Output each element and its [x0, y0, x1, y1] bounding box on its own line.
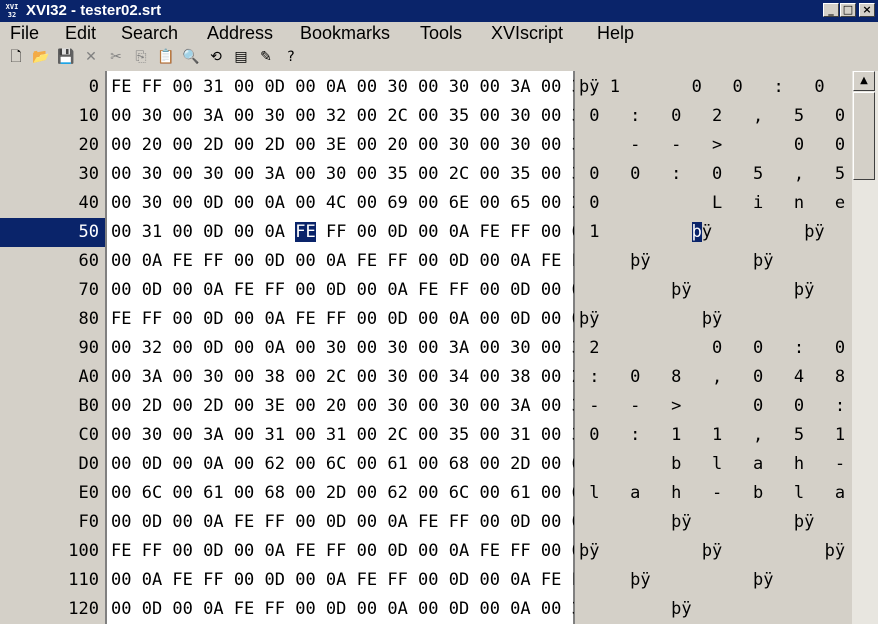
offset-label: 10: [78, 106, 99, 126]
hex-editor: 0 10 20 30 40 50 60 70 80 90 A0 B0 C0 D0 E0 F0 100 110 120…: [0, 71, 878, 624]
text-row[interactable]: 0 : 1 1 , 5 1 8: [575, 421, 878, 450]
menu-edit[interactable]: Edit: [65, 23, 96, 43]
hex-column[interactable]: FE FF 00 31 00 0D 00 0A 00 30 00 30 00 3…: [106, 71, 592, 624]
hex-row[interactable]: 00 3A 00 30 00 38 00 2C 00 30 00 34 00 3…: [107, 363, 592, 392]
vertical-scrollbar[interactable]: ▲: [852, 71, 878, 624]
offset-label: 20: [78, 135, 99, 155]
offset-label: 110: [68, 570, 99, 590]
hex-row[interactable]: 00 32 00 0D 00 0A 00 30 00 30 00 3A 00 3…: [107, 334, 592, 363]
text-row[interactable]: 0 : 0 2 , 5 0 0: [575, 102, 878, 131]
hex-row[interactable]: 00 0D 00 0A 00 62 00 6C 00 61 00 68 00 2…: [107, 450, 592, 479]
copy-icon[interactable]: ⎘: [131, 48, 151, 66]
offset-label: A0: [78, 367, 99, 387]
text-row[interactable]: 1 þÿ þÿ: [575, 218, 852, 247]
offset-label: 50: [0, 218, 105, 247]
save-icon[interactable]: 💾: [56, 48, 76, 66]
menu-xviscript[interactable]: XVIscript: [491, 23, 563, 43]
offset-label: D0: [78, 454, 99, 474]
text-row[interactable]: l a h - b l a h: [575, 479, 878, 508]
hex-row[interactable]: 00 2D 00 2D 00 3E 00 20 00 30 00 30 00 3…: [107, 392, 592, 421]
hex-row[interactable]: 00 6C 00 61 00 68 00 2D 00 62 00 6C 00 6…: [107, 479, 592, 508]
menu-tools[interactable]: Tools: [420, 23, 462, 43]
open-icon[interactable]: 📂: [31, 48, 51, 66]
menu-file[interactable]: File: [10, 23, 39, 43]
offset-label: B0: [78, 396, 99, 416]
offset-label: 40: [78, 193, 99, 213]
script-icon[interactable]: ✎: [256, 48, 276, 66]
text-segment: ÿ þÿ: [701, 222, 825, 242]
text-row[interactable]: 0 0 : 0 5 , 5 0: [575, 160, 878, 189]
scroll-up-icon[interactable]: ▲: [853, 71, 875, 91]
text-row[interactable]: þÿ 3: [575, 595, 878, 624]
offset-label: C0: [78, 425, 99, 445]
hex-row[interactable]: 00 20 00 2D 00 2D 00 3E 00 20 00 30 00 3…: [107, 131, 592, 160]
offset-label: 30: [78, 164, 99, 184]
hex-row[interactable]: 00 30 00 3A 00 31 00 31 00 2C 00 35 00 3…: [107, 421, 592, 450]
hex-row[interactable]: FE FF 00 0D 00 0A FE FF 00 0D 00 0A 00 0…: [107, 305, 592, 334]
menu-address[interactable]: Address: [207, 23, 273, 43]
paste-icon[interactable]: 📋: [156, 48, 176, 66]
toolbar: 🗋 📂 💾 ✕ ✂ ⎘ 📋 🔍 ⟲ ▤ ✎ ?: [0, 44, 878, 70]
text-row[interactable]: 0 L i n e: [575, 189, 852, 218]
text-row[interactable]: þÿ þÿ: [575, 276, 852, 305]
scroll-thumb[interactable]: [853, 92, 875, 180]
text-row[interactable]: þÿ þÿ þÿ: [575, 566, 878, 595]
text-row[interactable]: : 0 8 , 0 4 8: [575, 363, 852, 392]
replace-icon[interactable]: ⟲: [206, 48, 226, 66]
offset-label: 80: [78, 309, 99, 329]
hex-row[interactable]: FE FF 00 31 00 0D 00 0A 00 30 00 30 00 3…: [107, 73, 592, 102]
app-icon: XVI 32: [5, 3, 19, 19]
hex-row[interactable]: 00 0D 00 0A FE FF 00 0D 00 0A FE FF 00 0…: [107, 508, 592, 537]
text-row[interactable]: þÿ þÿ: [575, 305, 852, 334]
text-row[interactable]: þÿ þÿ: [575, 508, 852, 537]
hex-row[interactable]: FE FF 00 0D 00 0A FE FF 00 0D 00 0A FE F…: [107, 537, 592, 566]
help-icon[interactable]: ?: [281, 48, 301, 66]
text-row[interactable]: þÿ 1 0 0 : 0: [575, 73, 852, 102]
menu-bookmarks[interactable]: Bookmarks: [300, 23, 390, 43]
text-row[interactable]: þÿ þÿ þÿ: [575, 537, 852, 566]
title-bar: XVI 32 XVI32 - tester02.srt _ □ ×: [0, 0, 878, 22]
hex-row[interactable]: 00 30 00 0D 00 0A 00 4C 00 69 00 6E 00 6…: [107, 189, 592, 218]
delete-icon[interactable]: ✕: [81, 48, 101, 66]
hex-row[interactable]: 00 0D 00 0A FE FF 00 0D 00 0A 00 0D 00 0…: [107, 595, 592, 624]
hex-segment: 00 31 00 0D 00 0A: [111, 222, 296, 242]
window-title: XVI32 - tester02.srt: [26, 2, 162, 19]
hex-row[interactable]: 00 0A FE FF 00 0D 00 0A FE FF 00 0D 00 0…: [107, 566, 592, 595]
menu-search[interactable]: Search: [121, 23, 178, 43]
text-row[interactable]: þÿ þÿ þÿ: [575, 247, 878, 276]
properties-icon[interactable]: ▤: [231, 48, 251, 66]
text-row[interactable]: b l a h - b: [575, 450, 878, 479]
offset-label: 60: [78, 251, 99, 271]
hex-row[interactable]: 00 31 00 0D 00 0A FE FF 00 0D 00 0A FE F…: [107, 218, 592, 247]
close-button[interactable]: ×: [859, 3, 875, 17]
menu-help[interactable]: Help: [597, 23, 634, 43]
find-icon[interactable]: 🔍: [181, 48, 201, 66]
text-row[interactable]: - - > 0 0 :: [575, 131, 878, 160]
offset-label: 120: [68, 599, 99, 619]
offset-label: 0: [88, 77, 99, 97]
offset-label: 90: [78, 338, 99, 358]
offset-label: F0: [78, 512, 99, 532]
cut-icon[interactable]: ✂: [106, 48, 126, 66]
hex-row[interactable]: 00 30 00 3A 00 30 00 32 00 2C 00 35 00 3…: [107, 102, 592, 131]
menu-bar: File Edit Search Address Bookmarks Tools…: [0, 22, 878, 44]
text-row[interactable]: 2 0 0 : 0 0: [575, 334, 878, 363]
text-column[interactable]: þÿ 1 0 0 : 0 0 : 0 2 , 5 0 0 - - > 0 0 :…: [574, 71, 878, 624]
new-icon[interactable]: 🗋: [6, 48, 26, 66]
minimize-button[interactable]: _: [823, 3, 839, 17]
hex-row[interactable]: 00 30 00 30 00 3A 00 30 00 35 00 2C 00 3…: [107, 160, 592, 189]
offset-label: 100: [68, 541, 99, 561]
text-cursor[interactable]: þ: [691, 222, 702, 242]
offset-label: E0: [78, 483, 99, 503]
offset-column: 0 10 20 30 40 50 60 70 80 90 A0 B0 C0 D0 E0 F0 100 110 120: [0, 71, 106, 624]
text-segment: 1: [579, 222, 692, 242]
text-row[interactable]: - - > 0 0 : 0: [575, 392, 878, 421]
hex-cursor[interactable]: FE: [295, 222, 316, 242]
hex-row[interactable]: 00 0A FE FF 00 0D 00 0A FE FF 00 0D 00 0…: [107, 247, 592, 276]
hex-row[interactable]: 00 0D 00 0A FE FF 00 0D 00 0A FE FF 00 0…: [107, 276, 592, 305]
hex-segment: FF 00 0D 00 0A FE FF 00 0D: [315, 222, 593, 242]
maximize-button[interactable]: □: [840, 3, 856, 17]
offset-label: 70: [78, 280, 99, 300]
